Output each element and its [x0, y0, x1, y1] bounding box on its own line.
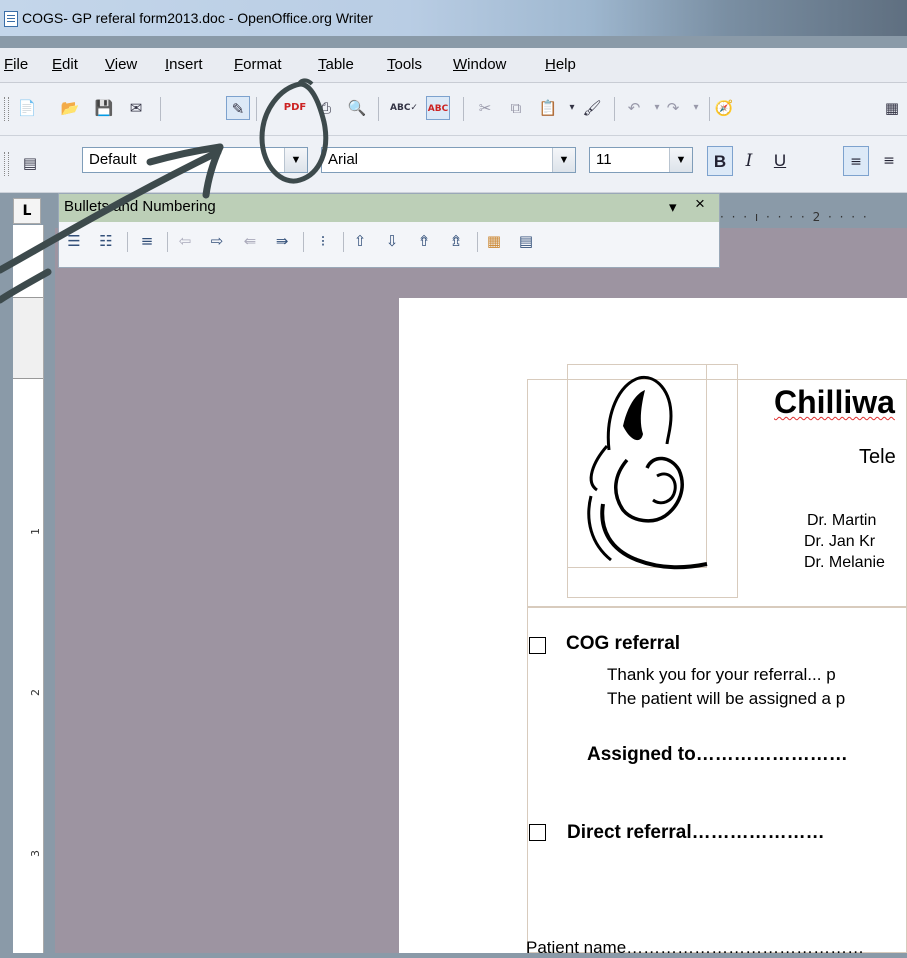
annotation-overlay — [0, 78, 329, 304]
